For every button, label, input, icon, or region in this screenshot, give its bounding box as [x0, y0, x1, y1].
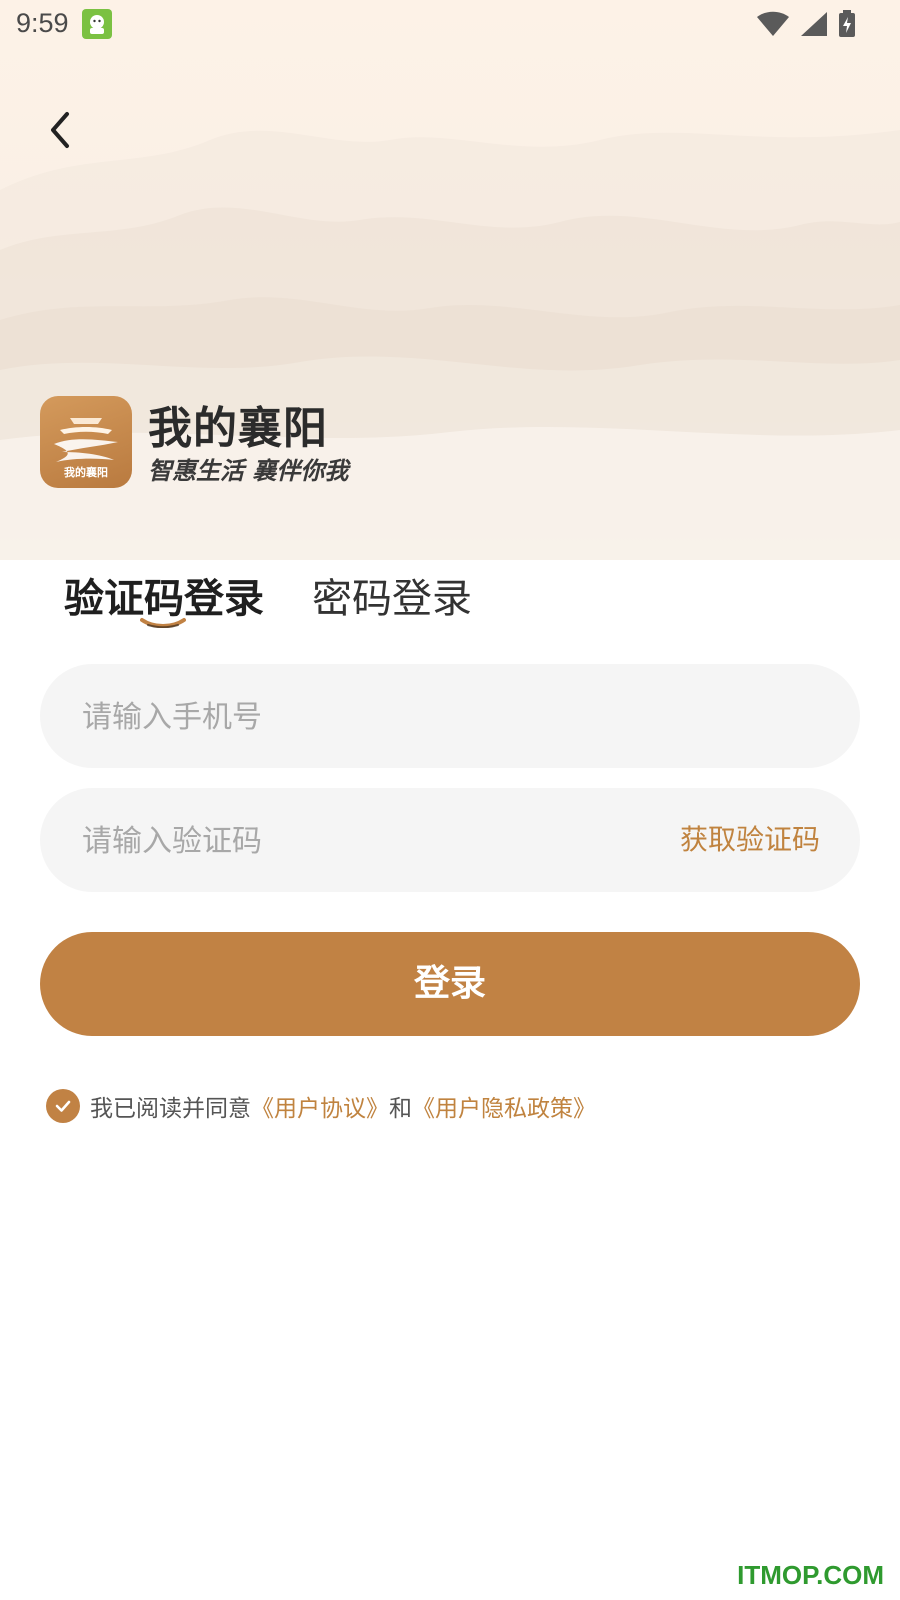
status-icons: [756, 10, 856, 42]
get-code-button[interactable]: 获取验证码: [680, 788, 820, 892]
status-time: 9:59: [16, 8, 69, 38]
back-button[interactable]: [36, 108, 84, 156]
agreement-row: 我已阅读并同意 《用户协议》 和 《用户隐私政策》: [46, 1088, 596, 1124]
phone-field: [40, 664, 860, 770]
tab-password-login[interactable]: 密码登录: [312, 566, 472, 624]
agreement-prefix: 我已阅读并同意: [90, 1096, 251, 1122]
status-bar: 9:59: [0, 0, 900, 48]
app-logo: 我的襄阳: [40, 396, 132, 488]
checkmark-icon: [55, 1100, 71, 1112]
brand-slogan: 智惠生活 襄伴你我: [148, 456, 349, 485]
agreement-checkbox[interactable]: [46, 1089, 80, 1123]
tab-active-indicator: [140, 618, 186, 628]
phone-input[interactable]: [80, 664, 644, 770]
app-notification-icon: [82, 9, 112, 39]
code-input[interactable]: [80, 788, 644, 894]
code-field: 获取验证码: [40, 788, 860, 894]
wifi-icon: [756, 11, 790, 41]
hero-background: [0, 0, 900, 560]
user-agreement-link[interactable]: 《用户协议》: [251, 1089, 389, 1123]
logo-icon-text: 我的襄阳: [64, 466, 108, 479]
battery-charging-icon: [838, 10, 856, 42]
agreement-and: 和: [389, 1096, 412, 1122]
privacy-policy-link[interactable]: 《用户隐私政策》: [412, 1089, 596, 1123]
brand-name: 我的襄阳: [148, 403, 328, 454]
chevron-left-icon: [45, 110, 75, 154]
signal-icon: [800, 11, 828, 41]
mountain-landscape-illustration: [0, 130, 900, 560]
login-button[interactable]: 登录: [40, 932, 860, 1036]
watermark: ITMOP.COM: [737, 1560, 884, 1590]
